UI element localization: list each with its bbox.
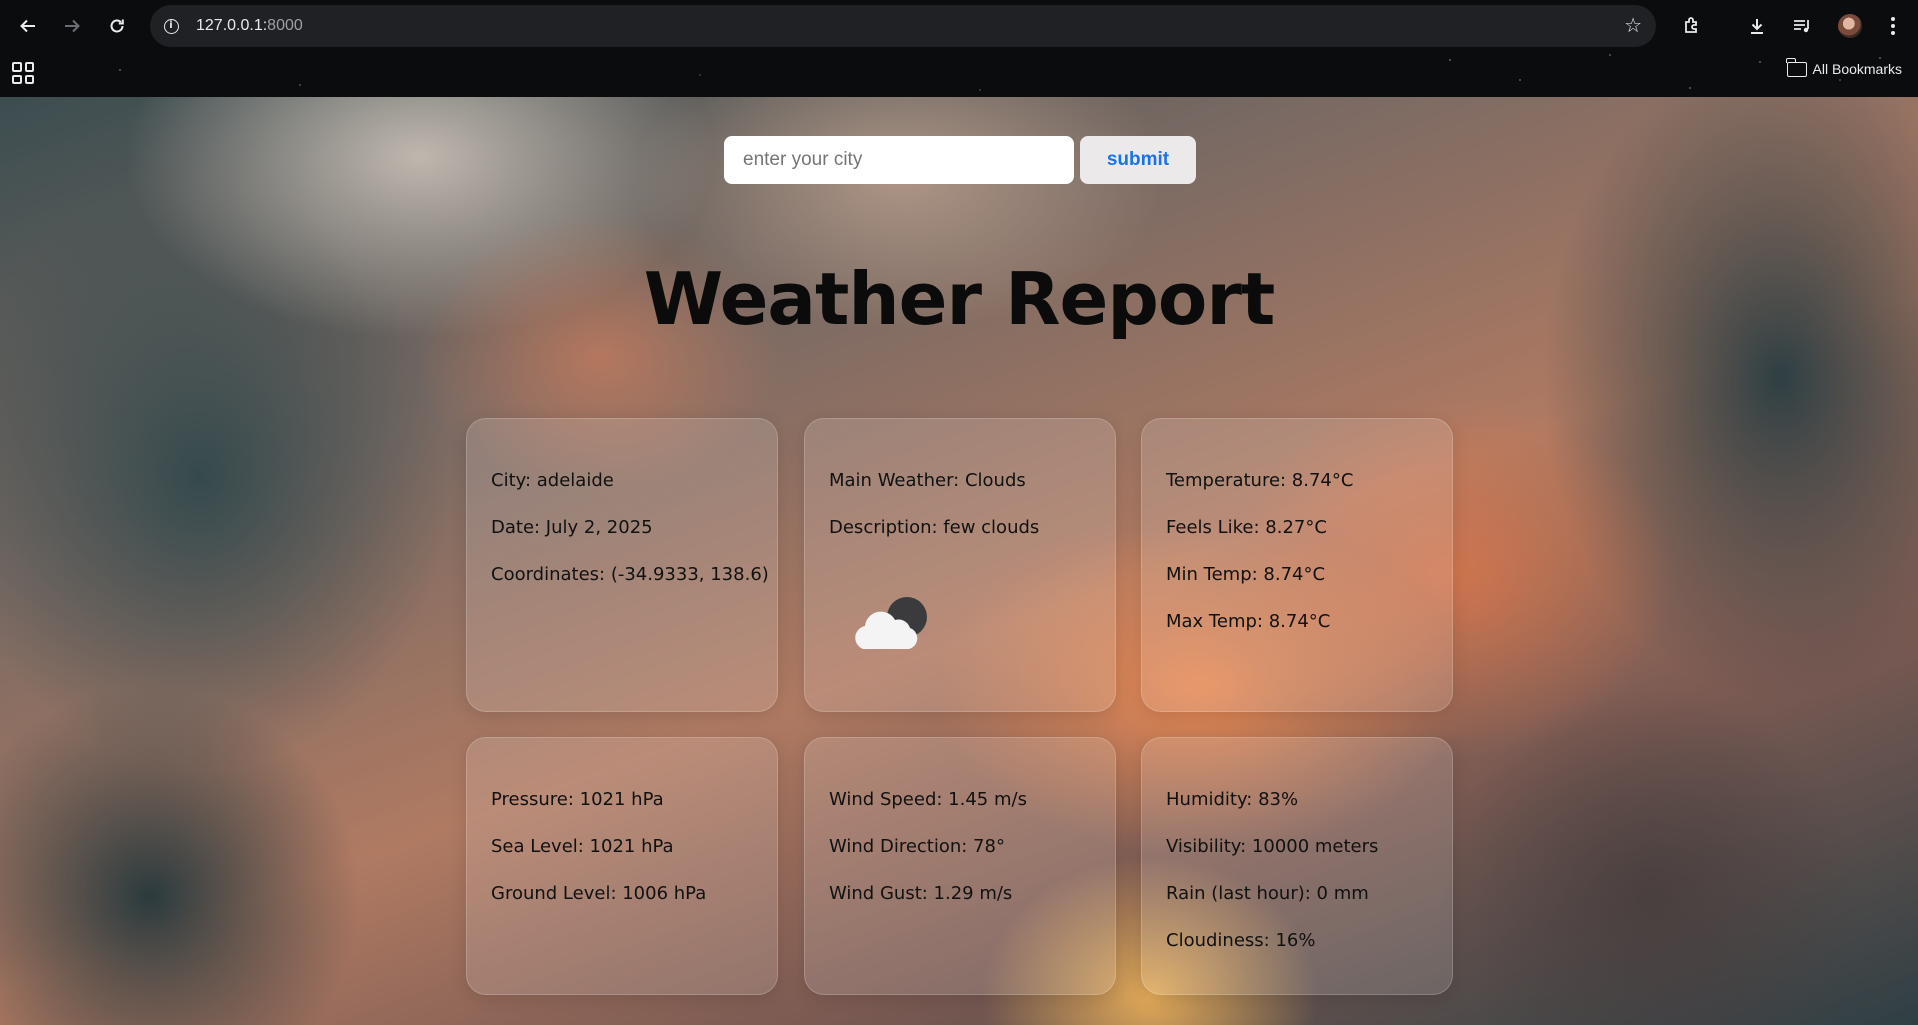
address-bar[interactable]: i 127.0.0.1:8000 ☆ — [150, 5, 1656, 47]
bookmark-star-icon[interactable]: ☆ — [1624, 13, 1642, 38]
visibility-text: Visibility: 10000 meters — [1166, 836, 1379, 857]
atmosphere-card: Humidity: 83% Visibility: 10000 meters R… — [1141, 737, 1453, 995]
pressure-card: Pressure: 1021 hPa Sea Level: 1021 hPa G… — [466, 737, 778, 995]
temperature-text: Temperature: 8.74°C — [1166, 470, 1354, 491]
wind-card: Wind Speed: 1.45 m/s Wind Direction: 78°… — [804, 737, 1116, 995]
date-text: Date: July 2, 2025 — [491, 517, 653, 538]
main-weather-text: Main Weather: Clouds — [829, 470, 1026, 491]
weather-page: submit Weather Report City: adelaide Dat… — [0, 97, 1918, 1025]
submit-button[interactable]: submit — [1080, 136, 1196, 184]
profile-avatar[interactable] — [1838, 14, 1862, 38]
temperature-card: Temperature: 8.74°C Feels Like: 8.27°C M… — [1141, 418, 1453, 712]
url-text[interactable]: 127.0.0.1:8000 — [196, 17, 303, 35]
apps-grid-icon[interactable] — [12, 62, 34, 84]
wind-speed-text: Wind Speed: 1.45 m/s — [829, 789, 1027, 810]
max-temp-text: Max Temp: 8.74°C — [1166, 611, 1331, 632]
pressure-text: Pressure: 1021 hPa — [491, 789, 664, 810]
sea-level-text: Sea Level: 1021 hPa — [491, 836, 674, 857]
city-search-form: submit — [724, 136, 1196, 184]
description-text: Description: few clouds — [829, 517, 1040, 538]
site-info-button[interactable]: i — [156, 11, 186, 41]
rain-text: Rain (last hour): 0 mm — [1166, 883, 1369, 904]
city-search-input[interactable] — [724, 136, 1074, 184]
page-title: Weather Report — [643, 257, 1276, 341]
wind-gust-text: Wind Gust: 1.29 m/s — [829, 883, 1013, 904]
ground-level-text: Ground Level: 1006 hPa — [491, 883, 707, 904]
back-arrow-icon — [20, 19, 35, 33]
media-playlist-icon[interactable] — [1786, 10, 1818, 42]
info-icon: i — [163, 18, 179, 34]
city-text: City: adelaide — [491, 470, 614, 491]
forward-arrow-icon — [65, 19, 80, 33]
more-menu-icon[interactable] — [1877, 10, 1909, 42]
url-port: 8000 — [267, 17, 303, 34]
few-clouds-night-icon — [855, 597, 927, 649]
browser-toolbar: i 127.0.0.1:8000 ☆ All Bookmarks — [0, 0, 1918, 97]
all-bookmarks-label: All Bookmarks — [1812, 61, 1902, 77]
reload-icon — [110, 19, 124, 33]
forward-button[interactable] — [56, 10, 88, 42]
extensions-icon[interactable] — [1676, 10, 1708, 42]
cloudiness-text: Cloudiness: 16% — [1166, 930, 1316, 951]
reload-button[interactable] — [101, 10, 133, 42]
download-icon[interactable] — [1741, 10, 1773, 42]
back-button[interactable] — [12, 10, 44, 42]
humidity-text: Humidity: 83% — [1166, 789, 1299, 810]
wind-direction-text: Wind Direction: 78° — [829, 836, 1005, 857]
min-temp-text: Min Temp: 8.74°C — [1166, 564, 1326, 585]
conditions-card: Main Weather: Clouds Description: few cl… — [804, 418, 1116, 712]
all-bookmarks-button[interactable]: All Bookmarks — [1785, 57, 1902, 77]
location-card: City: adelaide Date: July 2, 2025 Coordi… — [466, 418, 778, 712]
feels-like-text: Feels Like: 8.27°C — [1166, 517, 1327, 538]
url-host: 127.0.0.1: — [196, 17, 268, 34]
folder-icon — [1785, 57, 1807, 77]
coordinates-text: Coordinates: (-34.9333, 138.6) — [491, 564, 769, 585]
